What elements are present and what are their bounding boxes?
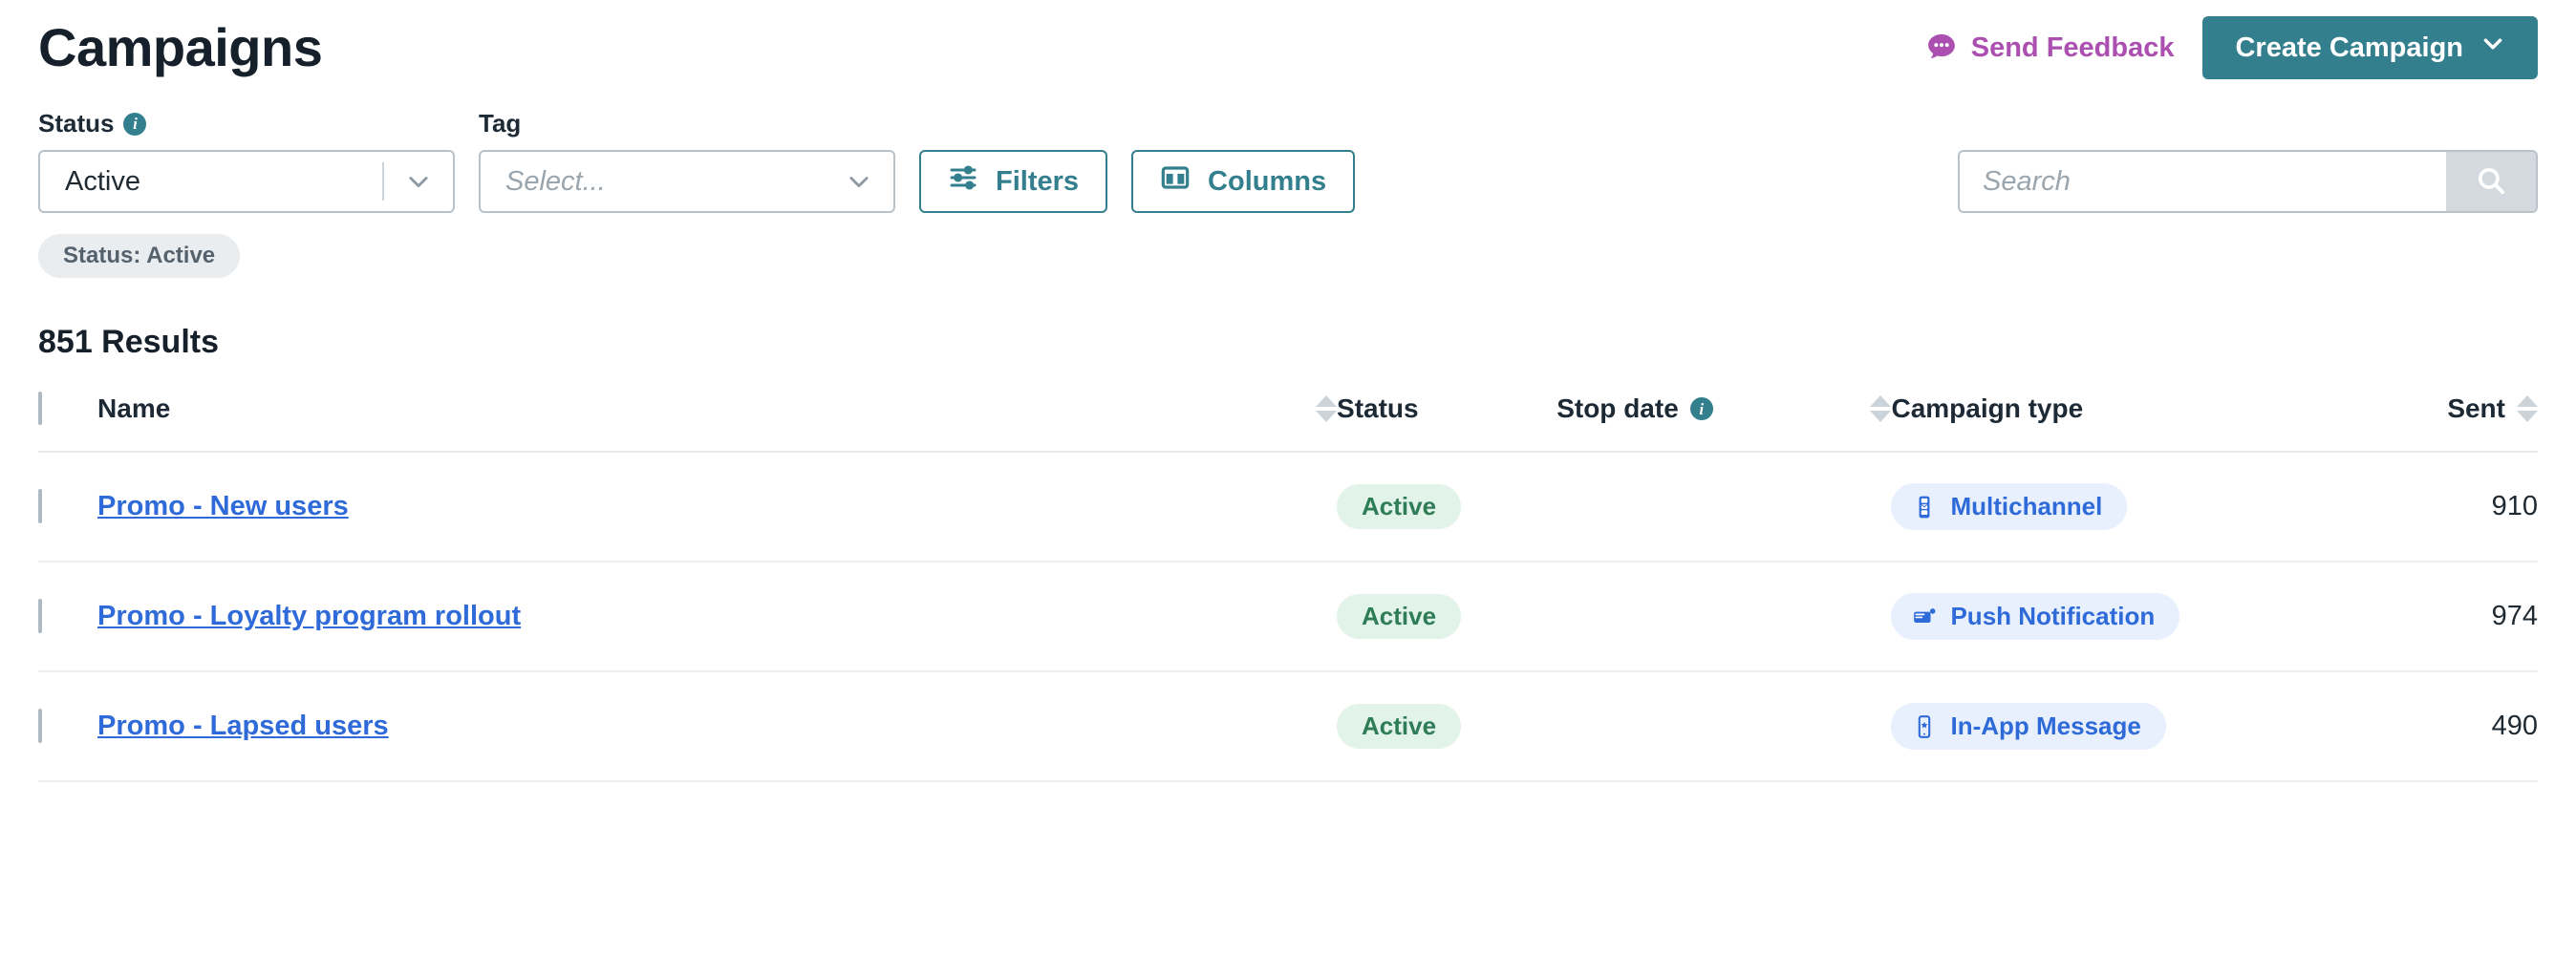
row-sent-cell: 490 [2407, 671, 2538, 782]
campaign-type-label: In-App Message [1950, 712, 2141, 740]
columns-icon [1160, 162, 1191, 201]
row-campaign-type-cell: In-App Message [1891, 671, 2408, 782]
sort-stop-date-icon[interactable] [1870, 395, 1892, 422]
row-name-cell: Promo - Loyalty program rollout [97, 562, 1338, 672]
campaign-name-link[interactable]: Promo - Loyalty program rollout [97, 601, 521, 631]
tag-filter-label-row: Tag [479, 109, 895, 138]
results-count: 851 Results [38, 324, 219, 360]
create-campaign-button[interactable]: Create Campaign [2202, 16, 2538, 79]
column-header-stop-date[interactable]: Stop date i [1556, 393, 1892, 453]
column-header-campaign-type: Campaign type [1891, 393, 2408, 453]
table-row[interactable]: Promo - Loyalty program rollout Active P… [38, 562, 2538, 672]
columns-button-label: Columns [1208, 165, 1327, 197]
tag-select-placeholder: Select... [505, 165, 606, 197]
search-icon [2475, 164, 2507, 200]
row-campaign-type-cell: Push Notification [1891, 562, 2408, 672]
status-badge: Active [1337, 594, 1462, 639]
column-header-name-label: Name [97, 393, 171, 423]
table-head: Name Status Stop date i Campaign type Se… [38, 392, 2538, 453]
campaign-name-link[interactable]: Promo - New users [97, 491, 349, 521]
header-actions: Send Feedback Create Campaign [1925, 16, 2538, 79]
status-filter-label-row: Status i [38, 109, 455, 138]
status-select-value: Active [65, 165, 140, 197]
status-filter-label: Status [38, 109, 115, 138]
campaign-type-badge: Multichannel [1891, 483, 2128, 530]
select-all-header [38, 392, 98, 453]
row-name-cell: Promo - Lapsed users [97, 671, 1338, 782]
row-status-cell: Active [1337, 671, 1557, 782]
campaigns-table: Name Status Stop date i Campaign type Se… [38, 392, 2538, 782]
tag-filter-label: Tag [479, 109, 522, 138]
sliders-icon [948, 162, 978, 201]
row-stop-date-cell [1556, 562, 1892, 672]
campaign-name-link[interactable]: Promo - Lapsed users [97, 711, 389, 741]
campaign-type-badge: In-App Message [1891, 703, 2166, 750]
select-separator [382, 162, 384, 201]
row-checkbox[interactable] [38, 489, 42, 523]
row-sent-cell: 910 [2407, 452, 2538, 563]
tag-filter-group: Tag Select... [479, 109, 895, 213]
row-sent-cell: 974 [2407, 562, 2538, 672]
campaign-type-label: Multichannel [1950, 492, 2103, 520]
info-icon[interactable]: i [123, 112, 147, 136]
row-campaign-type-cell: Multichannel [1891, 452, 2408, 563]
row-name-cell: Promo - New users [97, 452, 1338, 563]
create-campaign-label: Create Campaign [2235, 32, 2463, 63]
tag-select[interactable]: Select... [479, 150, 895, 213]
filters-button[interactable]: Filters [919, 150, 1108, 213]
campaign-type-label: Push Notification [1950, 602, 2156, 630]
row-checkbox[interactable] [38, 599, 42, 633]
push-notification-icon [1912, 605, 1937, 629]
column-header-status-label: Status [1337, 393, 1419, 423]
status-chip[interactable]: Status: Active [38, 234, 241, 278]
row-select-cell [38, 671, 98, 782]
active-filter-chips: Status: Active [38, 234, 2538, 278]
status-filter-group: Status i Active [38, 109, 455, 213]
table-header-row: Name Status Stop date i Campaign type Se… [38, 392, 2538, 453]
sort-sent-icon[interactable] [2517, 395, 2538, 422]
send-feedback-button[interactable]: Send Feedback [1925, 32, 2175, 64]
table-row[interactable]: Promo - New users Active Multichannel 91… [38, 452, 2538, 563]
status-badge: Active [1337, 484, 1462, 529]
page-title: Campaigns [38, 17, 323, 77]
table-row[interactable]: Promo - Lapsed users Active In-App Messa… [38, 671, 2538, 782]
row-select-cell [38, 562, 98, 672]
columns-button[interactable]: Columns [1131, 150, 1356, 213]
column-header-sent-label: Sent [2447, 393, 2505, 423]
page-header: Campaigns Send Feedback Create Campaign [38, 0, 2538, 96]
search-input[interactable] [1960, 152, 2446, 211]
sort-name-icon[interactable] [1316, 395, 1338, 422]
filters-button-label: Filters [996, 165, 1080, 197]
search-box [1958, 150, 2538, 213]
column-header-campaign-type-label: Campaign type [1891, 393, 2084, 423]
column-header-stop-date-label: Stop date [1556, 393, 1679, 423]
select-all-checkbox[interactable] [38, 392, 42, 425]
in-app-message-icon [1912, 714, 1937, 739]
chevron-down-icon [405, 168, 432, 195]
status-badge: Active [1337, 704, 1462, 749]
chevron-down-icon [846, 168, 872, 195]
row-select-cell [38, 452, 98, 563]
filter-bar: Status i Active Tag Select... Filters Co… [38, 109, 2538, 213]
chevron-down-icon [2480, 32, 2505, 64]
row-stop-date-cell [1556, 452, 1892, 563]
row-status-cell: Active [1337, 562, 1557, 672]
send-feedback-label: Send Feedback [1970, 32, 2175, 63]
row-status-cell: Active [1337, 452, 1557, 563]
table-body: Promo - New users Active Multichannel 91… [38, 452, 2538, 782]
campaigns-page: Campaigns Send Feedback Create Campaign [0, 0, 2576, 977]
column-header-sent[interactable]: Sent [2407, 393, 2538, 453]
column-header-name[interactable]: Name [97, 393, 1338, 453]
campaign-type-badge: Push Notification [1891, 593, 2180, 640]
column-header-status: Status [1337, 393, 1557, 453]
row-stop-date-cell [1556, 671, 1892, 782]
multichannel-icon [1912, 495, 1937, 520]
search-button[interactable] [2446, 152, 2536, 211]
status-select[interactable]: Active [38, 150, 455, 213]
info-icon[interactable]: i [1689, 397, 1713, 420]
row-checkbox[interactable] [38, 709, 42, 743]
chat-bubble-icon [1925, 32, 1958, 64]
